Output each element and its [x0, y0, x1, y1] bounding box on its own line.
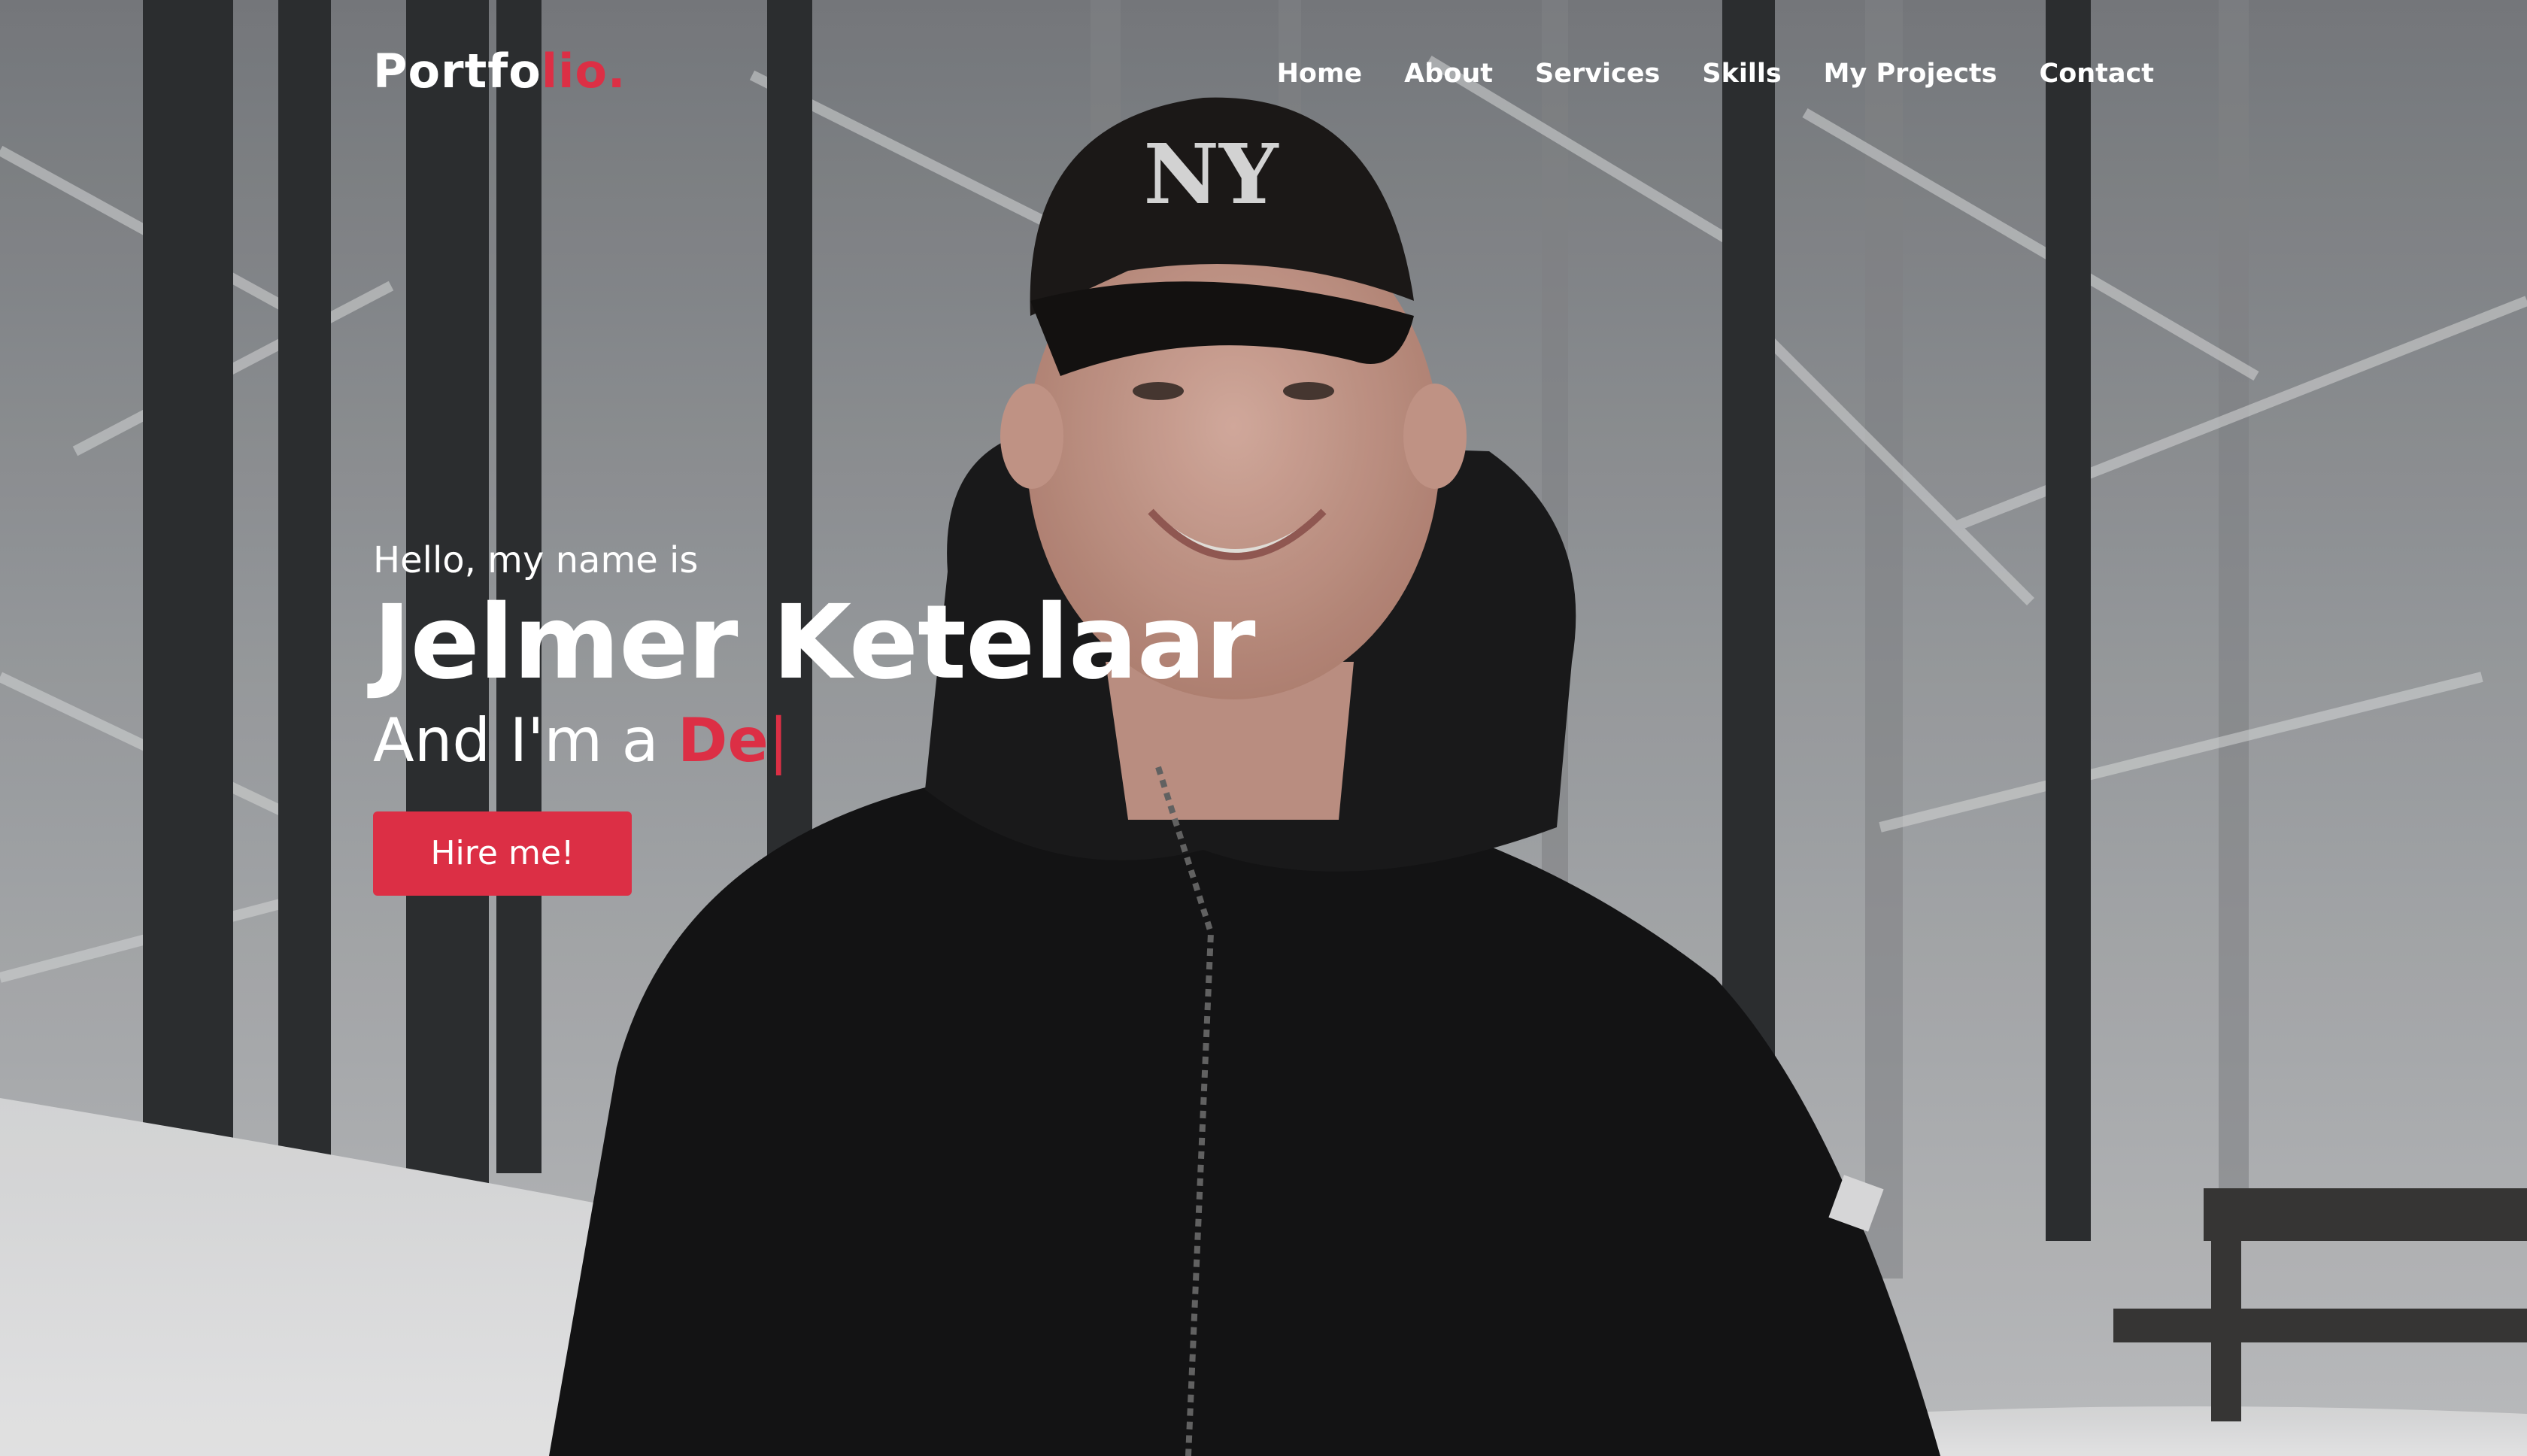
hire-me-button[interactable]: Hire me! [373, 811, 632, 896]
hero-content: Hello, my name is Jelmer Ketelaar And I'… [373, 538, 1256, 896]
logo-accent-text: lio. [541, 44, 626, 99]
nav-item-skills[interactable]: Skills [1702, 59, 1781, 89]
nav-menu: Home About Services Skills My Projects C… [1277, 59, 2154, 89]
nav-item-my-projects[interactable]: My Projects [1824, 59, 1998, 89]
hero-role: And I'm a De| [373, 703, 1255, 778]
hero-section: NY Portfolio. Home About Services Skills… [0, 0, 2527, 1456]
navbar: Portfolio. Home About Services Skills My… [0, 0, 2527, 150]
logo[interactable]: Portfolio. [373, 44, 626, 99]
nav-item-contact[interactable]: Contact [2040, 59, 2154, 89]
hero-name: Jelmer Ketelaar [373, 584, 1256, 702]
hero-role-typed: De [678, 705, 769, 775]
nav-item-services[interactable]: Services [1535, 59, 1660, 89]
logo-main-text: Portfo [373, 44, 542, 99]
nav-item-about[interactable]: About [1404, 59, 1493, 89]
nav-item-home[interactable]: Home [1277, 59, 1363, 89]
typing-cursor: | [768, 705, 789, 775]
hero-greeting: Hello, my name is [373, 539, 699, 581]
hero-role-prefix: And I'm a [373, 705, 678, 775]
